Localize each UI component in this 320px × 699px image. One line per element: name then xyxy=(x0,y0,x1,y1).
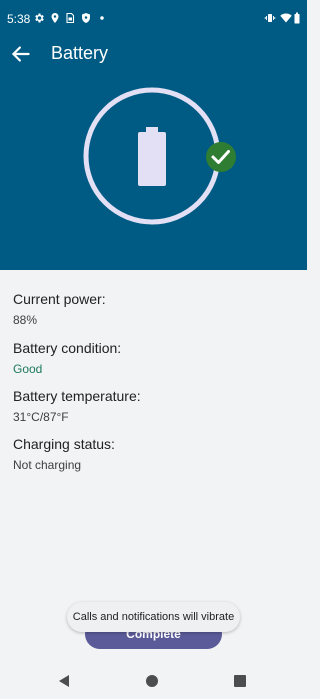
current-power-label: Current power: xyxy=(13,291,106,307)
battery-condition-item: Battery condition: Good xyxy=(13,339,293,378)
charging-status-label: Charging status: xyxy=(13,436,115,452)
battery-condition-label: Battery condition: xyxy=(13,340,122,356)
battery-status-visual xyxy=(83,87,236,225)
navigation-bar xyxy=(0,662,307,699)
vibrate-toast: Calls and notifications will vibrate xyxy=(67,602,240,632)
battery-full-icon xyxy=(138,127,166,186)
current-power-value: 88% xyxy=(13,313,38,327)
nav-recents-icon[interactable] xyxy=(234,675,246,687)
check-circle-icon xyxy=(206,142,236,172)
battery-temperature-value: 31°C/87°F xyxy=(13,410,69,424)
nav-back-icon[interactable] xyxy=(58,674,70,688)
charging-status-item: Charging status: Not charging xyxy=(13,435,293,474)
nav-home-icon[interactable] xyxy=(146,675,158,687)
charging-status-value: Not charging xyxy=(13,458,82,472)
battery-temperature-item: Battery temperature: 31°C/87°F xyxy=(13,387,293,426)
battery-condition-value: Good xyxy=(13,362,43,376)
battery-temperature-label: Battery temperature: xyxy=(13,388,141,404)
current-power-item: Current power: 88% xyxy=(13,290,293,329)
